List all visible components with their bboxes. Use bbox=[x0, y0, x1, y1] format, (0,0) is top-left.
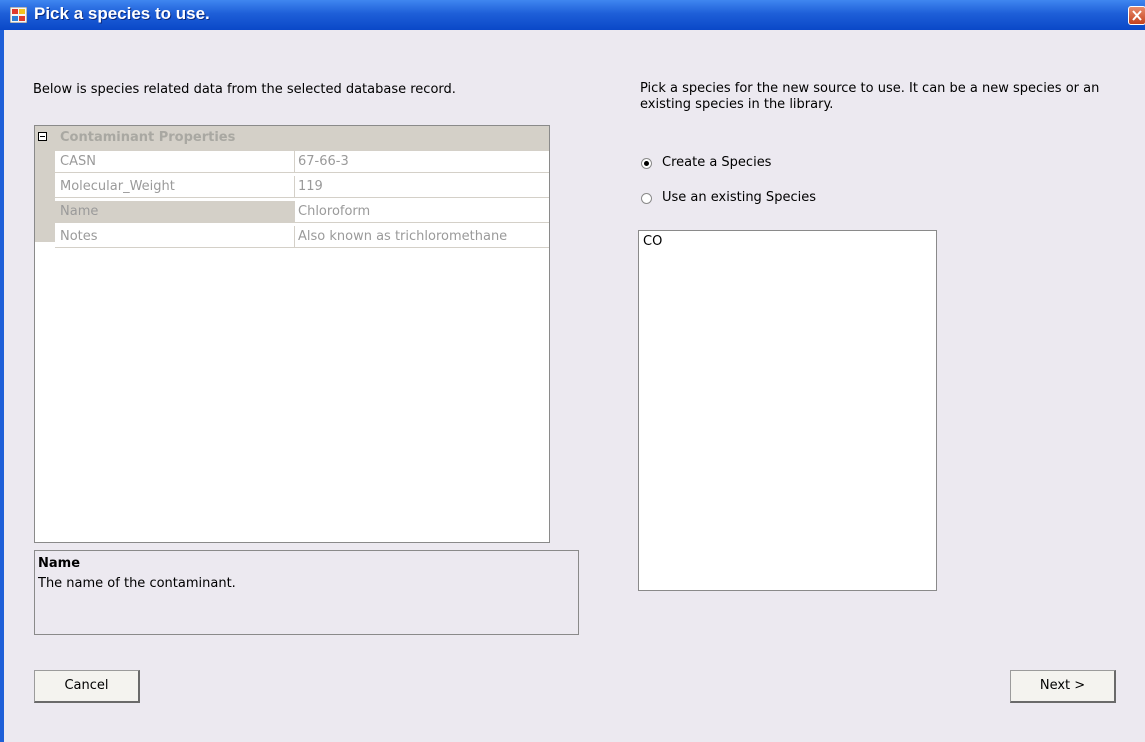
property-grid-gutter bbox=[35, 151, 55, 242]
property-name: Name bbox=[55, 201, 295, 222]
list-item[interactable]: CO bbox=[643, 234, 662, 249]
create-species-label[interactable]: Create a Species bbox=[662, 155, 771, 170]
help-description: The name of the contaminant. bbox=[38, 576, 236, 591]
cancel-button[interactable]: Cancel bbox=[34, 670, 140, 703]
property-category-row[interactable]: Contaminant Properties bbox=[35, 126, 549, 151]
left-description: Below is species related data from the s… bbox=[33, 82, 456, 97]
create-species-radio[interactable] bbox=[641, 158, 652, 169]
title-bar: Pick a species to use. bbox=[0, 0, 1145, 30]
property-row-molecular-weight[interactable]: Molecular_Weight 119 bbox=[55, 176, 549, 198]
property-value[interactable]: 119 bbox=[298, 176, 323, 197]
window-app-icon bbox=[9, 6, 28, 24]
property-row-notes[interactable]: Notes Also known as trichloromethane bbox=[55, 226, 549, 248]
property-value[interactable]: 67-66-3 bbox=[298, 151, 349, 172]
species-listbox[interactable]: CO bbox=[638, 230, 937, 591]
property-name: Molecular_Weight bbox=[55, 176, 295, 197]
property-category-label: Contaminant Properties bbox=[60, 130, 236, 145]
help-title: Name bbox=[38, 556, 81, 571]
property-grid[interactable]: Contaminant Properties CASN 67-66-3 Mole… bbox=[34, 125, 550, 543]
property-row-name[interactable]: Name Chloroform bbox=[55, 201, 549, 223]
property-help-box: Name The name of the contaminant. bbox=[34, 550, 579, 635]
close-button[interactable] bbox=[1128, 6, 1145, 25]
right-description: Pick a species for the new source to use… bbox=[640, 81, 1100, 112]
window-title: Pick a species to use. bbox=[34, 4, 210, 23]
property-value[interactable]: Also known as trichloromethane bbox=[298, 226, 507, 247]
property-name: CASN bbox=[55, 151, 295, 172]
collapse-toggle-icon[interactable] bbox=[38, 132, 47, 141]
property-value[interactable]: Chloroform bbox=[298, 201, 370, 222]
property-row-casn[interactable]: CASN 67-66-3 bbox=[55, 151, 549, 173]
window-frame-left bbox=[0, 30, 4, 742]
use-existing-species-radio[interactable] bbox=[641, 193, 652, 204]
next-button[interactable]: Next > bbox=[1010, 670, 1116, 703]
property-name: Notes bbox=[55, 226, 295, 247]
close-x-icon bbox=[1132, 10, 1142, 21]
use-existing-species-label[interactable]: Use an existing Species bbox=[662, 190, 816, 205]
